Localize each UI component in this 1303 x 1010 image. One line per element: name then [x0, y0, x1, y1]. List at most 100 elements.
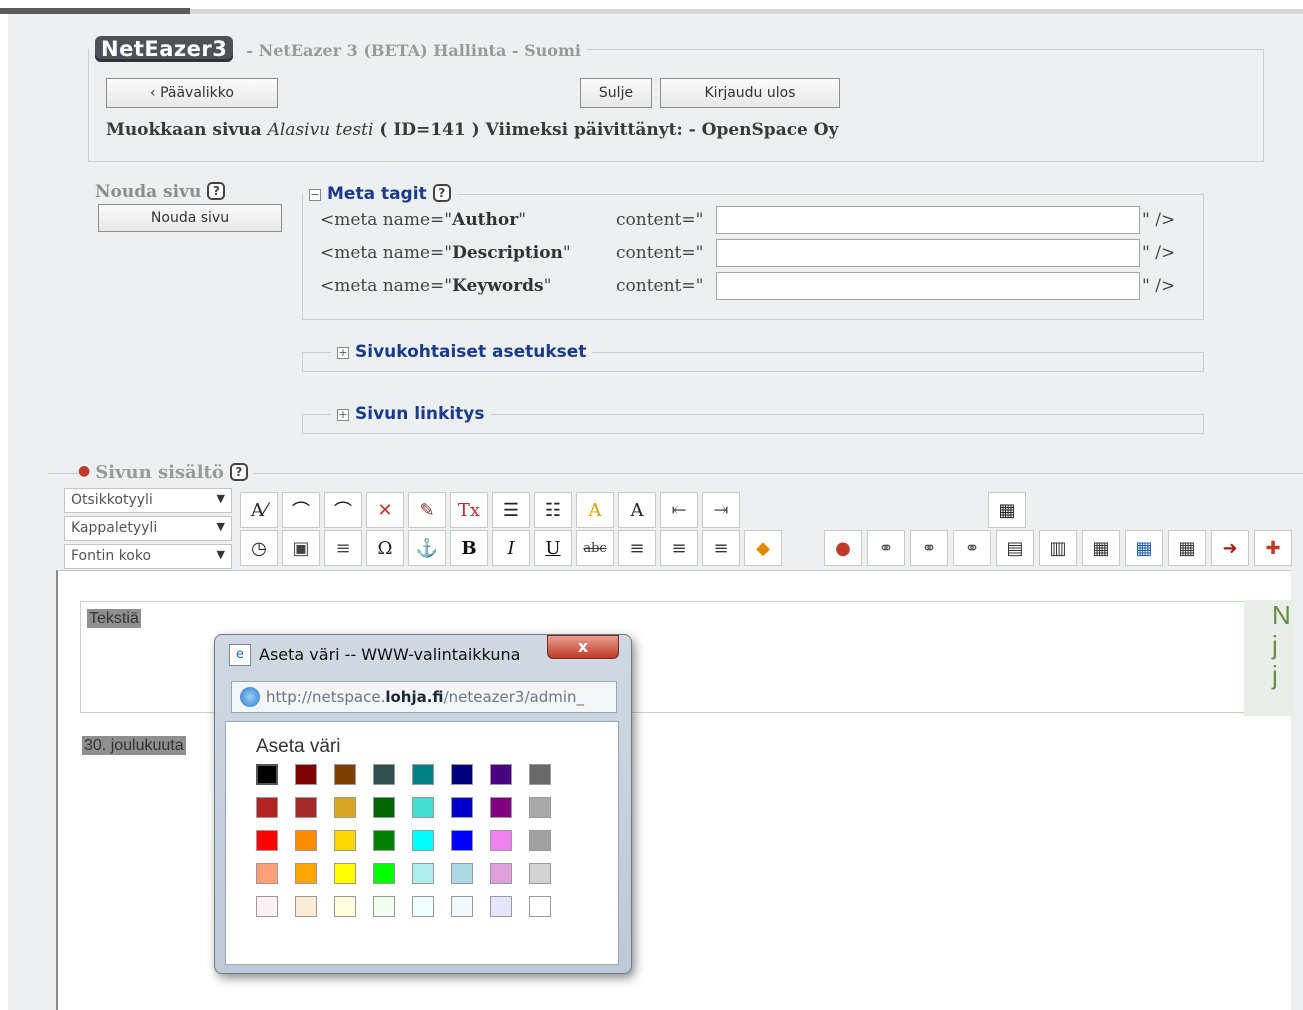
color-swatch[interactable]	[295, 764, 317, 785]
color-swatch[interactable]	[451, 764, 473, 785]
color-swatch[interactable]	[256, 896, 278, 917]
page-linking-legend[interactable]: + Sivun linkitys	[331, 404, 491, 424]
flag-icon[interactable]: ✚	[1254, 530, 1292, 566]
undo-icon[interactable]: ⌒	[282, 492, 320, 528]
delete-icon[interactable]: ✕	[366, 492, 404, 528]
color-swatch[interactable]	[451, 863, 473, 884]
expand-icon[interactable]: +	[337, 409, 349, 421]
insert-table-icon[interactable]: ▤	[996, 530, 1034, 566]
color-swatch[interactable]	[256, 830, 278, 851]
horizontal-rule-icon[interactable]: ≡	[324, 530, 362, 566]
align-right-icon[interactable]: ≡	[702, 530, 740, 566]
color-swatch[interactable]	[529, 863, 551, 884]
color-swatch[interactable]	[529, 830, 551, 851]
link-edit-icon[interactable]: ⚭	[910, 530, 948, 566]
main-menu-button[interactable]: ‹ Päävalikko	[106, 78, 278, 108]
bullet-list-icon[interactable]: ☰	[492, 492, 530, 528]
collapse-icon[interactable]: −	[309, 189, 321, 201]
redo-icon[interactable]: ⌒	[324, 492, 362, 528]
color-swatch[interactable]	[334, 896, 356, 917]
logout-button[interactable]: Kirjaudu ulos	[660, 78, 840, 108]
color-swatch[interactable]	[256, 863, 278, 884]
color-swatch[interactable]	[490, 797, 512, 818]
strikethrough-icon[interactable]: abc	[576, 530, 614, 566]
table-row-icon[interactable]: ▦	[1082, 530, 1120, 566]
numbered-list-icon[interactable]: ☷	[534, 492, 572, 528]
table-cell-icon[interactable]: ▦	[1168, 530, 1206, 566]
image-icon[interactable]: ◆	[744, 530, 782, 566]
close-button[interactable]: Sulje	[580, 78, 652, 108]
color-swatch[interactable]	[412, 896, 434, 917]
color-swatch[interactable]	[373, 863, 395, 884]
underline-icon[interactable]: U	[534, 530, 572, 566]
color-swatch[interactable]	[373, 896, 395, 917]
color-swatch[interactable]	[490, 896, 512, 917]
color-swatch[interactable]	[334, 797, 356, 818]
link-icon[interactable]: ●	[824, 530, 862, 566]
bold-icon[interactable]: B	[450, 530, 488, 566]
omega-icon[interactable]: Ω	[366, 530, 404, 566]
exit-icon[interactable]: ➜	[1211, 530, 1249, 566]
expand-icon[interactable]: +	[337, 347, 349, 359]
text-color-icon[interactable]: A	[576, 492, 614, 528]
color-swatch[interactable]	[295, 797, 317, 818]
color-swatch[interactable]	[451, 896, 473, 917]
color-swatch[interactable]	[412, 830, 434, 851]
align-left-icon[interactable]: ≡	[618, 530, 656, 566]
remove-format-icon[interactable]: Tx	[450, 492, 488, 528]
paragraph-style-select[interactable]: Kappaletyyli ▼	[64, 516, 232, 541]
color-swatch[interactable]	[295, 830, 317, 851]
link-remove-icon[interactable]: ⚭	[953, 530, 991, 566]
color-swatch[interactable]	[529, 896, 551, 917]
color-swatch[interactable]	[451, 830, 473, 851]
italic-icon[interactable]: I	[492, 530, 530, 566]
outdent-icon[interactable]: ⇤	[660, 492, 698, 528]
fetch-page-button[interactable]: Nouda sivu	[98, 204, 282, 232]
help-icon[interactable]: ?	[207, 182, 226, 200]
color-swatch[interactable]	[295, 863, 317, 884]
spellcheck-icon[interactable]: A⁄	[240, 492, 278, 528]
font-size-select[interactable]: Fontin koko ▼	[64, 544, 232, 569]
color-swatch[interactable]	[529, 797, 551, 818]
color-swatch[interactable]	[256, 797, 278, 818]
color-swatch[interactable]	[412, 764, 434, 785]
selected-text[interactable]: Tekstiä	[87, 609, 141, 628]
dialog-close-button[interactable]: x	[547, 635, 619, 659]
paste-icon[interactable]: ▣	[282, 530, 320, 566]
help-icon[interactable]: ?	[229, 463, 248, 481]
color-swatch[interactable]	[412, 863, 434, 884]
color-swatch[interactable]	[490, 830, 512, 851]
color-swatch[interactable]	[490, 764, 512, 785]
meta-content-input[interactable]	[716, 206, 1140, 234]
color-swatch[interactable]	[373, 797, 395, 818]
cleanup-icon[interactable]: ✎	[408, 492, 446, 528]
color-swatch[interactable]	[334, 863, 356, 884]
color-swatch[interactable]	[373, 830, 395, 851]
date-text[interactable]: 30. joulukuuta	[82, 736, 186, 755]
color-swatch[interactable]	[529, 764, 551, 785]
bg-color-icon[interactable]: A	[618, 492, 656, 528]
meta-content-input[interactable]	[716, 239, 1140, 267]
page-settings-legend[interactable]: + Sivukohtaiset asetukset	[331, 342, 592, 362]
help-icon[interactable]: ?	[432, 184, 451, 202]
color-swatch[interactable]	[490, 863, 512, 884]
select-all-icon[interactable]: ▦	[988, 492, 1026, 528]
color-swatch[interactable]	[256, 764, 278, 785]
color-swatch[interactable]	[451, 797, 473, 818]
indent-icon[interactable]: ⇥	[702, 492, 740, 528]
url-prefix: http://netspace.	[266, 688, 386, 706]
anchor-icon[interactable]: ⚓	[408, 530, 446, 566]
color-swatch[interactable]	[334, 830, 356, 851]
color-swatch[interactable]	[373, 764, 395, 785]
table-props-icon[interactable]: ▥	[1039, 530, 1077, 566]
align-center-icon[interactable]: ≡	[660, 530, 698, 566]
color-swatch[interactable]	[412, 797, 434, 818]
heading-style-select[interactable]: Otsikkotyyli ▼	[64, 488, 232, 513]
unlink-icon[interactable]: ⚭	[867, 530, 905, 566]
meta-content-input[interactable]	[716, 272, 1140, 300]
clock-icon[interactable]: ◷	[240, 530, 278, 566]
meta-tags-legend[interactable]: − Meta tagit?	[303, 184, 457, 204]
table-col-icon[interactable]: ▦	[1125, 530, 1163, 566]
color-swatch[interactable]	[295, 896, 317, 917]
color-swatch[interactable]	[334, 764, 356, 785]
